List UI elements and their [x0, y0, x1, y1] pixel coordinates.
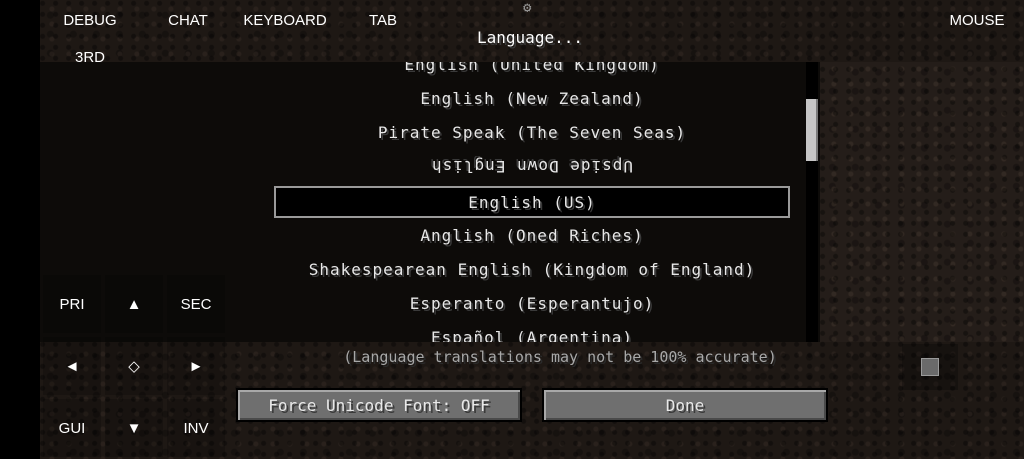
language-item[interactable]: English (New Zealand)	[274, 82, 790, 114]
third-person-button[interactable]: 3RD	[60, 40, 120, 74]
language-item-selected[interactable]: English (US)	[274, 186, 790, 218]
debug-button[interactable]: DEBUG	[44, 2, 136, 38]
up-arrow-button[interactable]: ▲	[105, 275, 163, 333]
game-screen: English (United Kingdom) English (New Ze…	[40, 0, 1024, 459]
language-item[interactable]: Upside Down English	[274, 150, 790, 182]
language-item[interactable]: English (United Kingdom)	[274, 62, 790, 80]
language-item[interactable]: Esperanto (Esperantujo)	[274, 287, 790, 319]
language-label: Shakespearean English (Kingdom of Englan…	[308, 259, 756, 279]
language-label: Pirate Speak (The Seven Seas)	[377, 122, 687, 142]
scrollbar-thumb[interactable]	[806, 99, 818, 161]
gui-button[interactable]: GUI	[43, 399, 101, 457]
right-arrow-button[interactable]: ►	[167, 337, 225, 395]
language-item[interactable]: Pirate Speak (The Seven Seas)	[274, 116, 790, 148]
right-panel	[820, 62, 1024, 342]
chat-button[interactable]: CHAT	[148, 2, 228, 38]
language-label: English (US)	[468, 192, 596, 212]
force-unicode-button[interactable]: Force Unicode Font: OFF	[236, 388, 522, 422]
language-item[interactable]: Anglish (Oned Riches)	[274, 219, 790, 251]
done-button[interactable]: Done	[542, 388, 828, 422]
language-label: Esperanto (Esperantujo)	[409, 293, 655, 313]
square-icon	[921, 358, 939, 376]
center-button[interactable]: ◇	[105, 337, 163, 395]
language-item[interactable]: Shakespearean English (Kingdom of Englan…	[274, 253, 790, 285]
left-arrow-button[interactable]: ◄	[43, 337, 101, 395]
sec-button[interactable]: SEC	[167, 275, 225, 333]
language-label: English (New Zealand)	[420, 88, 644, 108]
language-label: Español (Argentina)	[430, 327, 634, 343]
language-label: Anglish (Oned Riches)	[420, 225, 644, 245]
keyboard-button[interactable]: KEYBOARD	[234, 2, 336, 38]
gear-icon[interactable]: ⚙	[523, 0, 531, 16]
down-arrow-button[interactable]: ▼	[105, 399, 163, 457]
language-label: English (United Kingdom)	[404, 62, 660, 74]
inv-button[interactable]: INV	[167, 399, 225, 457]
translation-note: (Language translations may not be 100% a…	[343, 348, 777, 366]
language-item[interactable]: Español (Argentina)	[274, 321, 790, 343]
language-label: Upside Down English	[430, 156, 634, 176]
tab-button[interactable]: TAB	[348, 2, 418, 38]
pri-button[interactable]: PRI	[43, 275, 101, 333]
mouse-button[interactable]: MOUSE	[934, 2, 1020, 38]
square-button[interactable]	[902, 344, 958, 390]
